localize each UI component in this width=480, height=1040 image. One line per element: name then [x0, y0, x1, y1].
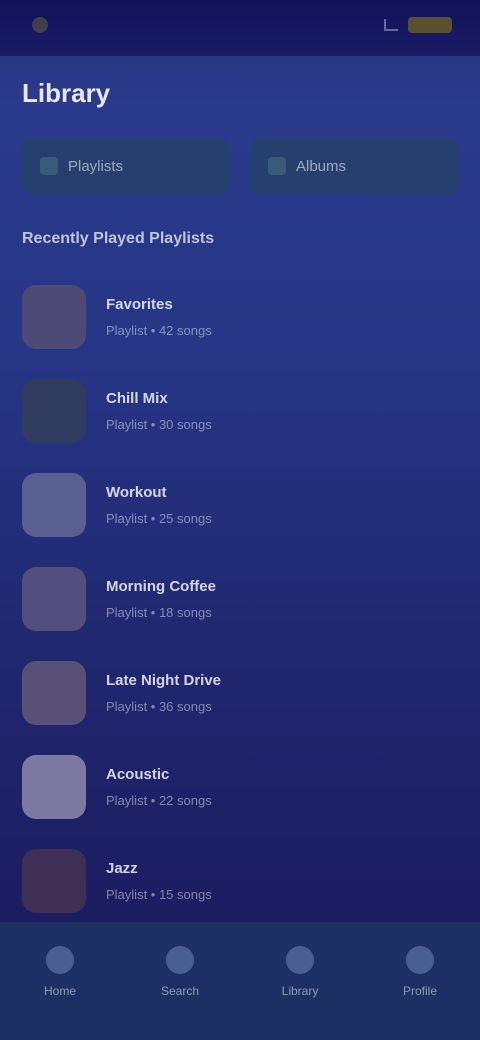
playlist-thumbnail	[22, 755, 86, 819]
item-text: Jazz Playlist • 15 songs	[106, 860, 212, 902]
nav-label: Home	[43, 984, 76, 998]
playlist-thumbnail	[22, 379, 86, 443]
item-text: Morning Coffee Playlist • 18 songs	[106, 578, 216, 620]
item-subtitle: Playlist • 18 songs	[106, 605, 212, 620]
item-subtitle: Playlist • 25 songs	[106, 511, 212, 526]
playlist-thumbnail	[22, 567, 86, 631]
list-item[interactable]: Jazz Playlist • 15 songs	[0, 834, 480, 928]
home-icon	[46, 946, 74, 974]
library-icon	[286, 946, 314, 974]
nav-item-library[interactable]: Library	[250, 946, 350, 998]
tab-label: Playlists	[68, 157, 124, 175]
list-item[interactable]: Workout Playlist • 25 songs	[0, 458, 480, 552]
playlist-list: Favorites Playlist • 42 songs Chill Mix …	[0, 270, 480, 928]
item-name: Jazz	[106, 860, 138, 877]
playlist-thumbnail	[22, 849, 86, 913]
list-item[interactable]: Chill Mix Playlist • 30 songs	[0, 364, 480, 458]
item-name: Late Night Drive	[106, 672, 222, 689]
search-icon	[166, 946, 194, 974]
profile-icon	[406, 946, 434, 974]
nav-item-home[interactable]: Home	[10, 946, 110, 998]
item-subtitle: Playlist • 30 songs	[106, 417, 212, 432]
nav-label: Profile	[402, 984, 437, 998]
album-icon	[268, 157, 286, 175]
tab-playlists[interactable]: Playlists	[22, 138, 230, 194]
status-bar	[0, 0, 480, 56]
item-subtitle: Playlist • 42 songs	[106, 323, 212, 338]
signal-icon	[384, 19, 398, 31]
item-name: Workout	[106, 484, 167, 501]
item-name: Chill Mix	[106, 390, 168, 407]
item-text: Workout Playlist • 25 songs	[106, 484, 212, 526]
nav-item-profile[interactable]: Profile	[370, 946, 470, 998]
item-text: Acoustic Playlist • 22 songs	[106, 766, 212, 808]
item-name: Acoustic	[106, 766, 170, 783]
playlist-thumbnail	[22, 285, 86, 349]
list-item[interactable]: Favorites Playlist • 42 songs	[0, 270, 480, 364]
playlist-thumbnail	[22, 473, 86, 537]
page-title: Library	[22, 78, 111, 108]
nav-label: Library	[281, 984, 319, 998]
list-item[interactable]: Morning Coffee Playlist • 18 songs	[0, 552, 480, 646]
item-subtitle: Playlist • 22 songs	[106, 793, 212, 808]
bottom-nav: Home Search Library Profile	[0, 922, 480, 1040]
item-text: Favorites Playlist • 42 songs	[106, 296, 212, 338]
item-text: Late Night Drive Playlist • 36 songs	[106, 672, 221, 714]
section-title: Recently Played Playlists	[22, 230, 215, 247]
list-item[interactable]: Late Night Drive Playlist • 36 songs	[0, 646, 480, 740]
item-name: Morning Coffee	[106, 578, 216, 595]
item-name: Favorites	[106, 296, 173, 313]
list-item[interactable]: Acoustic Playlist • 22 songs	[0, 740, 480, 834]
tab-albums[interactable]: Albums	[250, 138, 458, 194]
nav-label: Search	[160, 984, 200, 998]
item-text: Chill Mix Playlist • 30 songs	[106, 390, 212, 432]
notification-dot-icon	[32, 17, 48, 33]
item-subtitle: Playlist • 15 songs	[106, 887, 212, 902]
playlist-thumbnail	[22, 661, 86, 725]
nav-item-search[interactable]: Search	[130, 946, 230, 998]
playlist-icon	[40, 157, 58, 175]
item-subtitle: Playlist • 36 songs	[106, 699, 212, 714]
tab-label: Albums	[296, 157, 347, 175]
tab-bar: Playlists Albums	[22, 138, 458, 194]
status-left	[32, 17, 56, 33]
header: Library	[0, 56, 480, 132]
status-right	[384, 17, 452, 33]
battery-icon	[408, 17, 452, 33]
